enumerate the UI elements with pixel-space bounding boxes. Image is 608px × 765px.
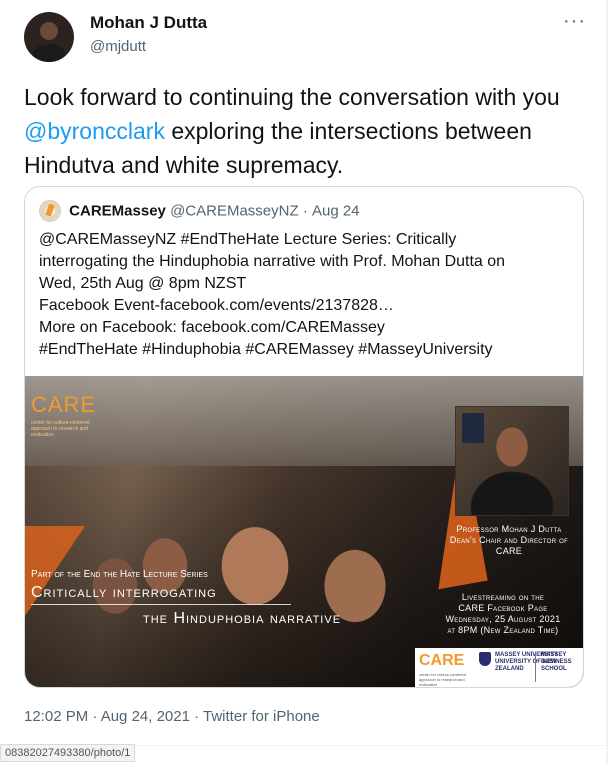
livestream-line: Livestreaming on the bbox=[461, 592, 545, 602]
more-options-icon[interactable]: ··· bbox=[563, 10, 586, 33]
care-logo-small: CARE bbox=[419, 652, 465, 669]
quoted-media-image[interactable]: CARE center for culture-centered approac… bbox=[25, 376, 583, 687]
massey-crest-icon bbox=[479, 652, 491, 666]
quoted-tweet-text: @CAREMasseyNZ #EndTheHate Lecture Series… bbox=[39, 229, 569, 361]
separator-dot: · bbox=[302, 202, 308, 220]
sponsor-logo-bar: CARE center for culture-centered approac… bbox=[415, 648, 583, 687]
lecture-title-line: the Hinduphobia narrative bbox=[143, 610, 342, 627]
series-label: Part of the End the Hate Lecture Series bbox=[31, 569, 208, 580]
tweet-text-part: Look forward to continuing the conversat… bbox=[24, 84, 560, 110]
logo-divider bbox=[535, 654, 536, 682]
speaker-name: Professor Mohan J Dutta bbox=[456, 524, 562, 534]
tweet-text: Look forward to continuing the conversat… bbox=[24, 80, 584, 182]
mention-link[interactable]: @byroncclark bbox=[24, 118, 165, 144]
care-logo-small-subtitle: center for culture-centered approach to … bbox=[419, 672, 466, 687]
quoted-line: Facebook Event-facebook.com/events/21378… bbox=[39, 297, 394, 314]
speaker-role: CARE bbox=[495, 546, 523, 556]
quoted-line: #EndTheHate #Hinduphobia #CAREMassey #Ma… bbox=[39, 341, 493, 358]
status-bar-url: 08382027493380/photo/1 bbox=[0, 744, 136, 762]
quoted-author-handle[interactable]: @CAREMasseyNZ bbox=[170, 203, 299, 220]
speaker-title: Professor Mohan J Dutta Dean's Chair and… bbox=[439, 524, 579, 557]
care-logo: CARE bbox=[31, 392, 97, 417]
livestream-line: at 8PM (New Zealand Time) bbox=[447, 625, 559, 635]
author-handle[interactable]: @mjdutt bbox=[90, 38, 146, 55]
speaker-role: Dean's Chair and Director of bbox=[449, 535, 569, 545]
quoted-line: interrogating the Hinduphobia narrative … bbox=[39, 253, 506, 270]
author-name[interactable]: Mohan J Dutta bbox=[90, 13, 207, 33]
lecture-title-line: Critically interrogating bbox=[31, 584, 217, 601]
tweet-metadata[interactable]: 12:02 PM · Aug 24, 2021 · Twitter for iP… bbox=[24, 708, 320, 725]
quoted-line: More on Facebook: facebook.com/CAREMasse… bbox=[39, 319, 385, 336]
livestream-line: CARE Facebook Page bbox=[458, 603, 548, 613]
quoted-date[interactable]: Aug 24 bbox=[312, 203, 360, 220]
quoted-line: Wed, 25th Aug @ 8pm NZST bbox=[39, 275, 247, 292]
care-logo-subtitle: center for culture-centered approach to … bbox=[31, 420, 90, 438]
livestream-line: Wednesday, 25 August 2021 bbox=[445, 614, 561, 624]
title-underline bbox=[31, 604, 291, 605]
quoted-tweet-header: CAREMassey @CAREMasseyNZ · Aug 24 bbox=[39, 200, 360, 222]
livestream-info: Livestreaming on the CARE Facebook Page … bbox=[423, 592, 583, 636]
quoted-tweet[interactable]: CAREMassey @CAREMasseyNZ · Aug 24 @CAREM… bbox=[24, 186, 584, 688]
speaker-portrait bbox=[455, 406, 569, 516]
business-school-logo: MASSEY BUSINESS SCHOOL bbox=[541, 652, 572, 672]
quoted-avatar[interactable] bbox=[39, 200, 61, 222]
quoted-author-name[interactable]: CAREMassey bbox=[69, 203, 166, 220]
author-avatar[interactable] bbox=[24, 12, 74, 62]
quoted-line: @CAREMasseyNZ #EndTheHate Lecture Series… bbox=[39, 231, 457, 248]
